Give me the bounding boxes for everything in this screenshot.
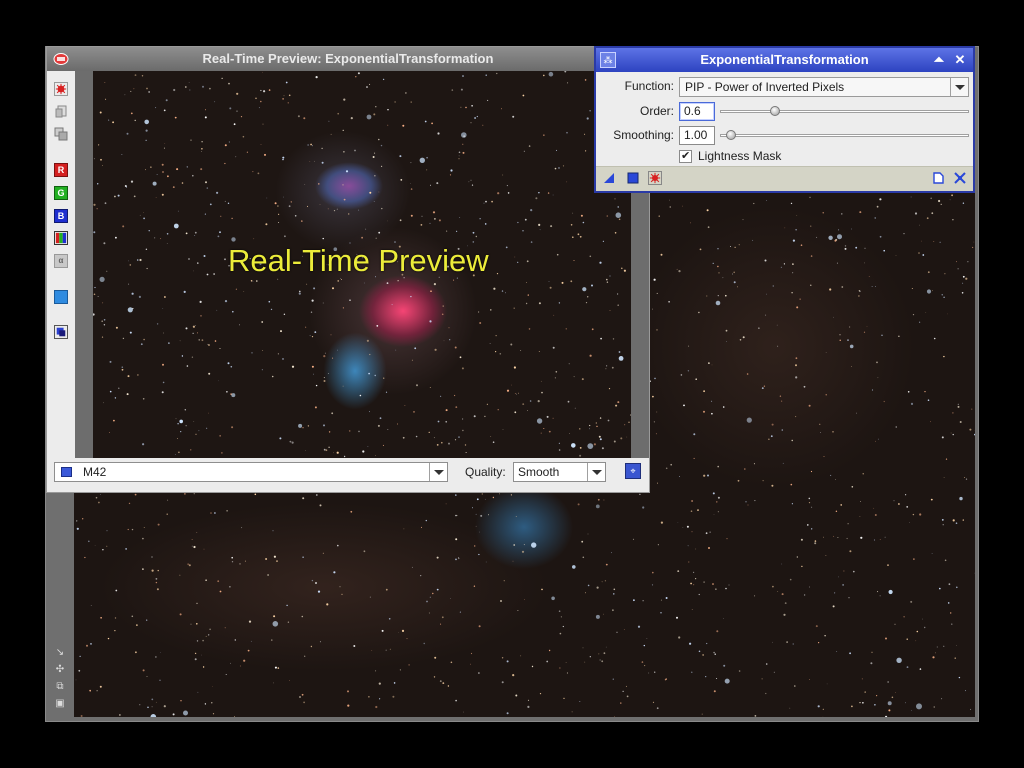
- shade-icon[interactable]: ⏶: [931, 52, 947, 68]
- apply-square-icon[interactable]: [626, 171, 640, 185]
- preview-image-canvas[interactable]: Real-Time Preview: [93, 71, 631, 458]
- zoom-fit-icon[interactable]: ✣: [54, 664, 66, 676]
- preview-title-bar[interactable]: Real-Time Preview: ExponentialTransforma…: [47, 47, 649, 71]
- order-slider-track: [720, 110, 969, 113]
- smoothing-slider[interactable]: [720, 126, 969, 145]
- preview-bottom-bar: M42 Quality: Smooth ⌖: [47, 458, 649, 492]
- function-selector-value: PIP - Power of Inverted Pixels: [685, 80, 845, 94]
- smoothing-label: Smoothing:: [613, 128, 674, 142]
- preview-canvas-frame: Real-Time Preview: [75, 71, 649, 458]
- quality-selector[interactable]: Smooth: [513, 462, 606, 482]
- chevron-down-icon[interactable]: [587, 463, 605, 481]
- new-instance-icon[interactable]: [602, 171, 616, 185]
- view-selector-value: M42: [83, 465, 107, 479]
- real-time-preview-icon[interactable]: [648, 171, 662, 185]
- order-label: Order:: [639, 104, 674, 118]
- chevron-down-icon[interactable]: [950, 78, 968, 96]
- order-slider-thumb[interactable]: [769, 106, 780, 116]
- order-input[interactable]: 0.6: [679, 102, 715, 121]
- real-time-preview-overlay-label: Real-Time Preview: [228, 243, 489, 278]
- view-selector[interactable]: M42: [54, 462, 448, 482]
- mask-icon[interactable]: [54, 290, 68, 304]
- alpha-channel-icon[interactable]: α: [54, 254, 68, 268]
- smoothing-input[interactable]: 1.00: [679, 126, 715, 145]
- channel-rgb-icon[interactable]: [54, 231, 68, 245]
- image-view-icon: [61, 467, 72, 477]
- clone-icon[interactable]: [54, 105, 68, 119]
- view-mode-icon[interactable]: [54, 325, 68, 339]
- order-slider[interactable]: [720, 102, 969, 121]
- channel-g-icon[interactable]: G: [54, 186, 68, 200]
- real-time-preview-window: Real-Time Preview: ExponentialTransforma…: [46, 46, 650, 493]
- function-label: Function:: [624, 79, 674, 93]
- channel-r-icon[interactable]: R: [54, 163, 68, 177]
- preview-toolbar: R G B α: [47, 71, 75, 457]
- close-icon[interactable]: ✕: [952, 52, 968, 68]
- info-icon[interactable]: ▣: [54, 698, 66, 710]
- stack-icon[interactable]: [54, 127, 68, 141]
- smoothing-slider-track: [720, 134, 969, 137]
- exponential-transformation-dialog: ⁂ ExponentialTransformation ⏶ ✕ Function…: [594, 46, 975, 193]
- chevron-down-icon[interactable]: [429, 463, 447, 481]
- resize-icon[interactable]: ↘: [54, 647, 66, 659]
- channel-b-icon[interactable]: B: [54, 209, 68, 223]
- track-view-icon[interactable]: ⌖: [625, 463, 641, 479]
- dialog-title-bar[interactable]: ⁂ ExponentialTransformation ⏶ ✕: [596, 48, 973, 72]
- function-selector[interactable]: PIP - Power of Inverted Pixels: [679, 77, 969, 97]
- execute-icon[interactable]: [54, 82, 68, 96]
- lightness-mask-label: Lightness Mask: [698, 149, 782, 163]
- quality-label: Quality:: [465, 465, 506, 479]
- restore-icon[interactable]: ⧉: [54, 681, 66, 693]
- quality-selector-value: Smooth: [518, 465, 560, 479]
- dialog-footer: [596, 166, 973, 191]
- documentation-icon[interactable]: [931, 171, 945, 185]
- dialog-title: ExponentialTransformation: [700, 52, 869, 67]
- reset-icon[interactable]: [953, 171, 967, 185]
- smoothing-slider-thumb[interactable]: [726, 130, 737, 140]
- preview-title: Real-Time Preview: ExponentialTransforma…: [202, 51, 494, 66]
- lightness-mask-checkbox[interactable]: [679, 149, 692, 163]
- image-window-side-controls: ↘ ✣ ⧉ ▣: [50, 647, 70, 715]
